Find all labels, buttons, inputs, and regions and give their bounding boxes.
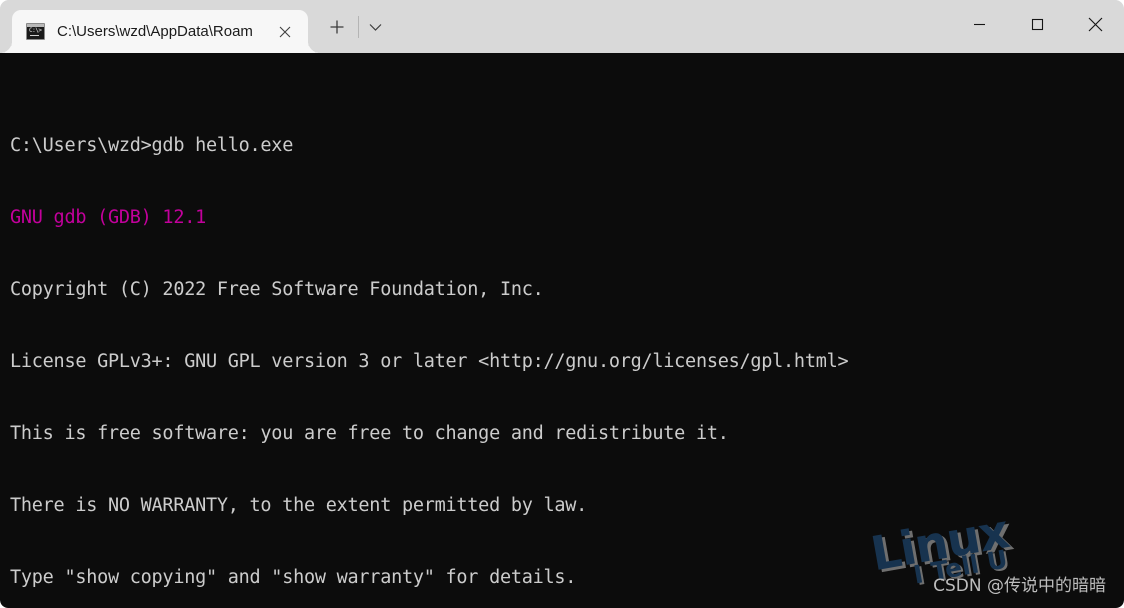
terminal-output: C:\Users\wzd>gdb hello.exe GNU gdb (GDB)… <box>10 86 849 608</box>
terminal-line-text: GNU gdb (GDB) 12.1 <box>10 207 206 228</box>
console-icon-glyph: C:\> <box>29 27 42 34</box>
window-maximize-button[interactable] <box>1008 0 1066 48</box>
tab-corner-left <box>0 41 12 53</box>
tab-dropdown-button[interactable] <box>360 12 390 42</box>
terminal-pane[interactable]: Linux I Tell U C:\Users\wzd>gdb hello.ex… <box>0 53 1124 608</box>
chevron-down-icon <box>369 23 381 31</box>
terminal-line-text: This is free software: you are free to c… <box>10 423 729 444</box>
terminal-line: C:\Users\wzd>gdb hello.exe <box>10 134 848 158</box>
terminal-line-text: C:\Users\wzd>gdb hello.exe <box>10 135 294 156</box>
plus-icon <box>330 20 344 34</box>
terminal-line: There is NO WARRANTY, to the extent perm… <box>10 494 848 518</box>
console-icon-underline <box>30 35 39 36</box>
window-minimize-button[interactable] <box>950 0 1008 48</box>
terminal-line-text: There is NO WARRANTY, to the extent perm… <box>10 495 588 516</box>
console-icon: C:\> <box>26 23 45 40</box>
tabbar-separator <box>358 16 359 38</box>
close-icon <box>1088 17 1102 31</box>
tab-title: C:\Users\wzd\AppData\Roam <box>57 23 253 40</box>
terminal-line: Type "show copying" and "show warranty" … <box>10 566 848 590</box>
watermark-line-1: Linux <box>866 504 1013 583</box>
terminal-line-text: Type "show copying" and "show warranty" … <box>10 567 577 588</box>
terminal-window: C:\> C:\Users\wzd\AppData\Roam Linux I T… <box>0 0 1124 608</box>
terminal-line: Copyright (C) 2022 Free Software Foundat… <box>10 278 848 302</box>
csdn-watermark: CSDN @传说中的暗暗 <box>933 576 1106 596</box>
close-icon <box>279 26 291 37</box>
terminal-tab[interactable]: C:\> C:\Users\wzd\AppData\Roam <box>0 10 320 53</box>
terminal-line: This is free software: you are free to c… <box>10 422 848 446</box>
tab-close-button[interactable] <box>270 17 300 47</box>
terminal-line: License GPLv3+: GNU GPL version 3 or lat… <box>10 350 849 374</box>
terminal-line-text: Copyright (C) 2022 Free Software Foundat… <box>10 279 544 300</box>
terminal-line-text: License GPLv3+: GNU GPL version 3 or lat… <box>10 351 849 372</box>
terminal-line: GNU gdb (GDB) 12.1 <box>10 206 848 230</box>
new-tab-button[interactable] <box>322 12 352 42</box>
tab-corner-right <box>308 41 320 53</box>
maximize-icon <box>1031 18 1043 30</box>
title-bar: C:\> C:\Users\wzd\AppData\Roam <box>0 0 1124 53</box>
minimize-icon <box>973 23 985 25</box>
window-close-button[interactable] <box>1066 0 1124 48</box>
